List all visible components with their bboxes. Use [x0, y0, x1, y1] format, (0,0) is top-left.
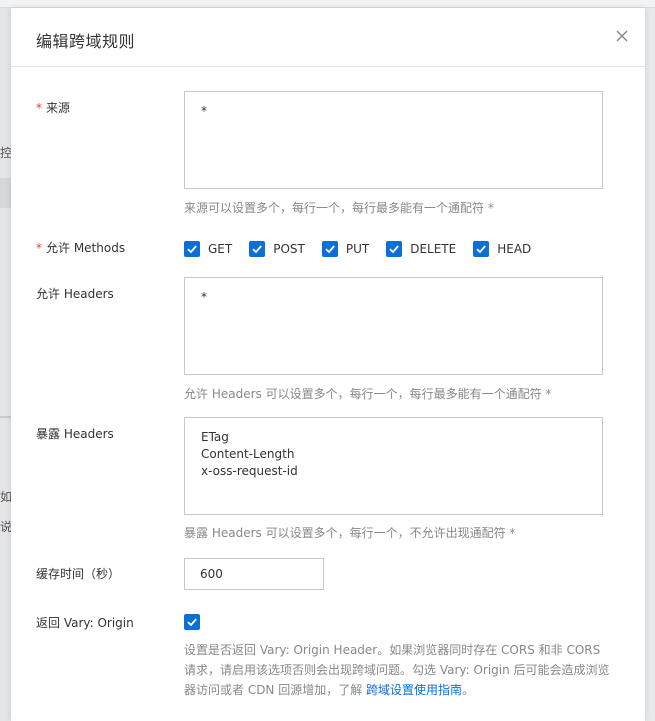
methods-label: * 允许 Methods — [36, 239, 125, 256]
method-option-put[interactable]: PUT — [321, 241, 370, 257]
method-label: POST — [273, 242, 305, 256]
origin-textarea[interactable]: * — [184, 91, 603, 189]
background-divider — [0, 416, 11, 418]
method-checkbox[interactable] — [321, 241, 338, 257]
checkmark-icon — [187, 618, 197, 627]
allow-headers-textarea[interactable]: * — [184, 277, 603, 375]
method-checkbox[interactable] — [473, 241, 490, 257]
checkmark-icon — [325, 245, 335, 254]
background-row — [0, 178, 11, 208]
origin-label-text: 来源 — [46, 101, 71, 115]
method-label: PUT — [345, 242, 370, 256]
methods-checkbox-group: GET POST PUT DELETE HEAD — [184, 240, 548, 258]
method-option-post[interactable]: POST — [249, 241, 305, 257]
method-label: HEAD — [497, 242, 532, 256]
methods-label-text: 允许 Methods — [46, 241, 126, 255]
method-option-delete[interactable]: DELETE — [386, 241, 456, 257]
checkmark-icon — [187, 245, 197, 254]
cache-time-input[interactable]: 600 — [184, 558, 324, 590]
vary-origin-description-tail: 。 — [462, 683, 475, 697]
close-button[interactable] — [613, 27, 631, 45]
allow-headers-label: 允许 Headers — [36, 287, 114, 301]
method-checkbox[interactable] — [249, 241, 266, 257]
method-checkbox[interactable] — [386, 241, 403, 257]
checkmark-icon — [389, 245, 400, 254]
vary-origin-checkbox[interactable] — [184, 614, 200, 630]
method-label: GET — [208, 242, 233, 256]
origin-label: * 来源 — [36, 99, 70, 116]
background-header — [0, 0, 655, 8]
required-mark: * — [36, 241, 42, 255]
method-option-head[interactable]: HEAD — [473, 241, 531, 257]
method-option-get[interactable]: GET — [184, 241, 232, 257]
vary-origin-label: 返回 Vary: Origin — [36, 616, 134, 630]
expose-headers-hint: 暴露 Headers 可以设置多个，每行一个，不允许出现通配符 * — [184, 526, 516, 540]
edit-cors-rule-drawer: 编辑跨域规则 * 来源 * 来源可以设置多个，每行一个，每行最多能有一个通配符 *… — [11, 8, 645, 721]
close-icon — [616, 30, 628, 42]
cache-time-label: 缓存时间（秒） — [36, 567, 121, 581]
origin-hint: 来源可以设置多个，每行一个，每行最多能有一个通配符 * — [184, 201, 494, 215]
method-checkbox[interactable] — [184, 241, 200, 257]
drawer-header: 编辑跨域规则 — [11, 8, 645, 67]
checkmark-icon — [476, 245, 487, 254]
method-label: DELETE — [410, 242, 457, 256]
page-scrollbar[interactable] — [645, 8, 655, 721]
drawer-title: 编辑跨域规则 — [36, 32, 136, 51]
required-mark: * — [36, 101, 42, 115]
checkmark-icon — [252, 245, 263, 254]
expose-headers-textarea[interactable]: ETag Content-Length x-oss-request-id — [184, 417, 603, 515]
expose-headers-label: 暴露 Headers — [36, 427, 114, 441]
cors-guide-link[interactable]: 跨域设置使用指南 — [366, 683, 462, 697]
vary-origin-description: 设置是否返回 Vary: Origin Header。如果浏览器同时存在 COR… — [184, 640, 614, 700]
allow-headers-hint: 允许 Headers 可以设置多个，每行一个，每行最多能有一个通配符 * — [184, 387, 552, 401]
